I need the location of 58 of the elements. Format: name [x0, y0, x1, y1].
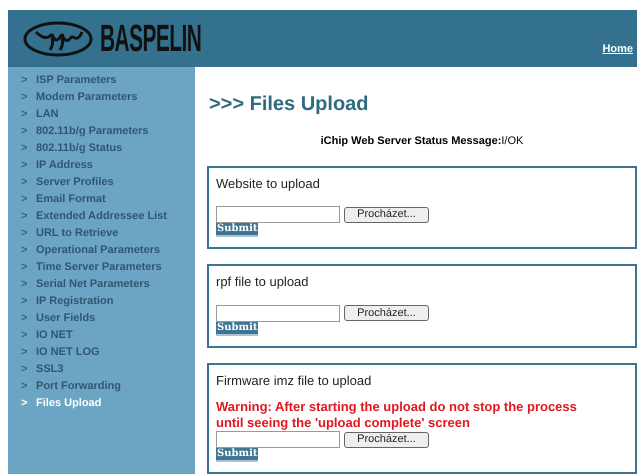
sidebar-item[interactable]: Extended Addressee List: [36, 208, 168, 225]
browse-button[interactable]: Procházet...: [344, 206, 429, 222]
sidebar-item[interactable]: IO NET LOG: [36, 344, 100, 361]
arrow-glyph: >: [21, 345, 28, 360]
sidebar-item[interactable]: Files Upload: [36, 395, 102, 412]
sidebar-item[interactable]: User Fields: [36, 310, 96, 327]
submit-button[interactable]: Submit: [216, 223, 258, 237]
arrow-glyph: >: [21, 141, 28, 156]
arrow-glyph: >: [21, 175, 28, 190]
home-link[interactable]: Home: [602, 40, 633, 57]
sidebar-item[interactable]: Server Profiles: [36, 174, 114, 191]
arrow-glyph: >: [21, 90, 28, 106]
sidebar-item[interactable]: SSL3: [36, 361, 64, 378]
arrow-glyph: >: [21, 107, 28, 122]
sidebar-item[interactable]: IP Address: [36, 157, 93, 174]
sidebar-item[interactable]: Operational Parameters: [36, 242, 160, 259]
sidebar-item[interactable]: Time Server Parameters: [36, 259, 162, 276]
arrow-glyph: >: [21, 277, 28, 292]
arrow-glyph: >: [21, 226, 28, 242]
sidebar-item[interactable]: IO NET: [36, 327, 73, 344]
arrow-glyph: >: [21, 124, 28, 140]
logo-icon: [22, 20, 94, 58]
arrow-glyph: >: [21, 73, 28, 88]
browse-button[interactable]: Procházet...: [344, 432, 429, 448]
submit-button[interactable]: Submit: [216, 322, 258, 336]
sidebar-item[interactable]: ISP Parameters: [36, 72, 117, 89]
file-path-field[interactable]: [216, 431, 340, 448]
sidebar-item[interactable]: LAN: [36, 106, 59, 123]
arrow-glyph: >: [21, 328, 28, 344]
arrow-glyph: >: [21, 243, 28, 258]
sidebar-item[interactable]: Modem Parameters: [36, 89, 138, 106]
warning-text: Warning: After starting the upload do not stop the process until seeing the 'upload complete' screen: [216, 399, 578, 431]
section-label: Website to upload: [216, 174, 321, 193]
arrow-glyph: >: [21, 362, 28, 378]
section-label: Firmware imz file to upload: [216, 372, 372, 390]
sidebar-item[interactable]: Email Format: [36, 191, 106, 208]
sidebar-item[interactable]: URL to Retrieve: [36, 225, 118, 242]
sidebar-item[interactable]: 802.11b/g Parameters: [36, 123, 149, 140]
arrow-glyph: >: [21, 192, 28, 208]
sidebar-item[interactable]: IP Registration: [36, 293, 114, 310]
arrow-glyph: >: [21, 294, 28, 310]
arrow-glyph: >: [21, 158, 28, 174]
status-message: iChip Web Server Status Message:I/OK: [320, 134, 524, 149]
submit-button[interactable]: Submit: [216, 448, 258, 462]
logo-text: BASPELIN: [100, 20, 202, 58]
file-path-field[interactable]: [216, 304, 340, 322]
page-title: >>> Files Upload: [208, 92, 370, 117]
arrow-glyph: >: [21, 311, 28, 326]
arrow-glyph: >: [21, 209, 28, 224]
browse-button[interactable]: Procházet...: [344, 305, 429, 321]
arrow-glyph: >: [21, 260, 28, 276]
arrow-glyph: >: [21, 396, 28, 412]
section-label: rpf file to upload: [216, 273, 310, 291]
sidebar-item[interactable]: Serial Net Parameters: [36, 276, 150, 293]
sidebar-item[interactable]: 802.11b/g Status: [36, 140, 122, 157]
sidebar-item[interactable]: Port Forwarding: [36, 378, 121, 395]
arrow-glyph: >: [21, 379, 28, 394]
file-path-field[interactable]: [216, 206, 340, 223]
